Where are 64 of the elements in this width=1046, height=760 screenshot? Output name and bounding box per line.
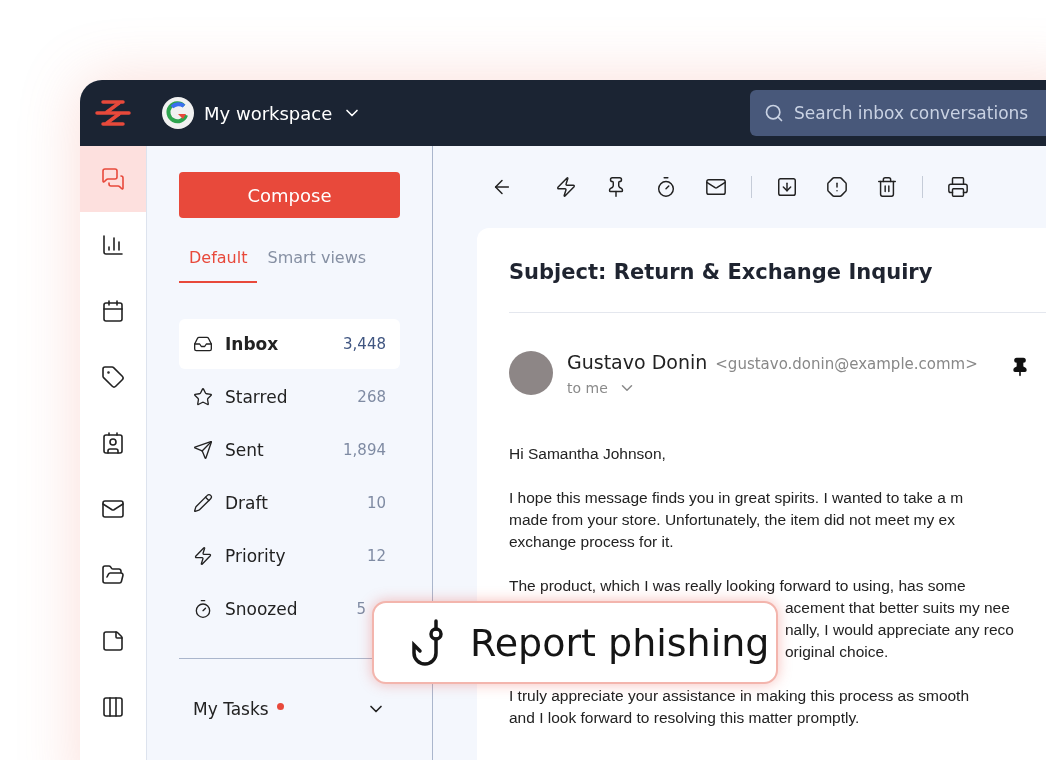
- timer-icon: [193, 599, 213, 619]
- search-icon: [764, 103, 784, 123]
- tasks-section[interactable]: My Tasks: [179, 699, 400, 719]
- folder-item[interactable]: Draft 10: [179, 478, 400, 528]
- mail-icon: [705, 176, 727, 198]
- bar-chart-icon: [101, 233, 125, 257]
- body-line: nally, I would appreciate any reco: [785, 620, 1014, 640]
- body-line: and I look forward to resolving this matter promptly.: [509, 708, 860, 728]
- alert-icon: [826, 176, 848, 198]
- report-phishing-toast[interactable]: Report phishing: [372, 601, 778, 684]
- archive-icon: [776, 176, 798, 198]
- folder-item[interactable]: Priority 12: [179, 531, 400, 581]
- folder-icon: [101, 563, 125, 587]
- folder-count: 3,448: [343, 335, 386, 353]
- folder-item[interactable]: Starred 268: [179, 372, 400, 422]
- search-field[interactable]: Search inbox conversations: [750, 90, 1046, 136]
- workspace-selector[interactable]: My workspace: [162, 97, 363, 129]
- star-icon: [193, 387, 213, 407]
- timer-icon: [655, 176, 677, 198]
- body-line: I hope this message finds you in great spirits. I wanted to take a m: [509, 488, 964, 508]
- mail-icon: [101, 497, 125, 521]
- logo-icon: [95, 99, 131, 127]
- compose-button[interactable]: Compose: [179, 172, 400, 218]
- recipient-toggle[interactable]: to me: [567, 379, 636, 397]
- body-line: acement that better suits my nee: [785, 598, 1010, 618]
- folder-label: Draft: [225, 493, 268, 513]
- avatar: [509, 351, 553, 395]
- tasks-label: My Tasks: [193, 699, 269, 719]
- folder-label: Inbox: [225, 334, 279, 354]
- tag-icon: [101, 365, 125, 389]
- folder-label: Starred: [225, 387, 288, 407]
- folder-count: 1,894: [343, 441, 386, 459]
- folder-label: Snoozed: [225, 599, 298, 619]
- pencil-icon: [193, 493, 213, 513]
- chat-icon: [101, 167, 125, 191]
- body-line: The product, which I was really looking forward to using, has some: [509, 576, 966, 596]
- folder-count: 268: [357, 388, 386, 406]
- body-line: I truly appreciate your assistance in making this process as smooth: [509, 686, 970, 706]
- contact-icon: [101, 431, 125, 455]
- folder-count: 10: [366, 494, 386, 512]
- columns-icon: [101, 695, 125, 719]
- body-line: made from your store. Unfortunately, the item did not meet my ex: [509, 510, 955, 530]
- workspace-logo-icon: [162, 97, 194, 129]
- lightning-icon: [555, 176, 577, 198]
- note-icon: [101, 629, 125, 653]
- sender-name: Gustavo Donin: [567, 351, 708, 373]
- calendar-icon: [101, 299, 125, 323]
- greeting: Hi Samantha Johnson,: [509, 444, 667, 464]
- folder-item[interactable]: Sent 1,894: [179, 425, 400, 475]
- folder-label: Sent: [225, 440, 264, 460]
- folder-count: 5: [356, 600, 366, 618]
- body-line: exchange process for it.: [509, 532, 674, 552]
- folder-label: Priority: [225, 546, 286, 566]
- print-icon: [947, 176, 969, 198]
- folder-count: 12: [366, 547, 386, 565]
- send-icon: [193, 440, 213, 460]
- inbox-icon: [193, 334, 213, 354]
- trash-icon: [876, 176, 898, 198]
- tab[interactable]: Default: [179, 232, 258, 283]
- folder-item[interactable]: Inbox 3,448: [179, 319, 400, 369]
- body-line: original choice.: [785, 642, 889, 662]
- lightning-icon: [193, 546, 213, 566]
- email-subject: Subject: Return & Exchange Inquiry: [509, 260, 1046, 313]
- sender-email: <gustavo.donin@example.comm>: [715, 355, 978, 373]
